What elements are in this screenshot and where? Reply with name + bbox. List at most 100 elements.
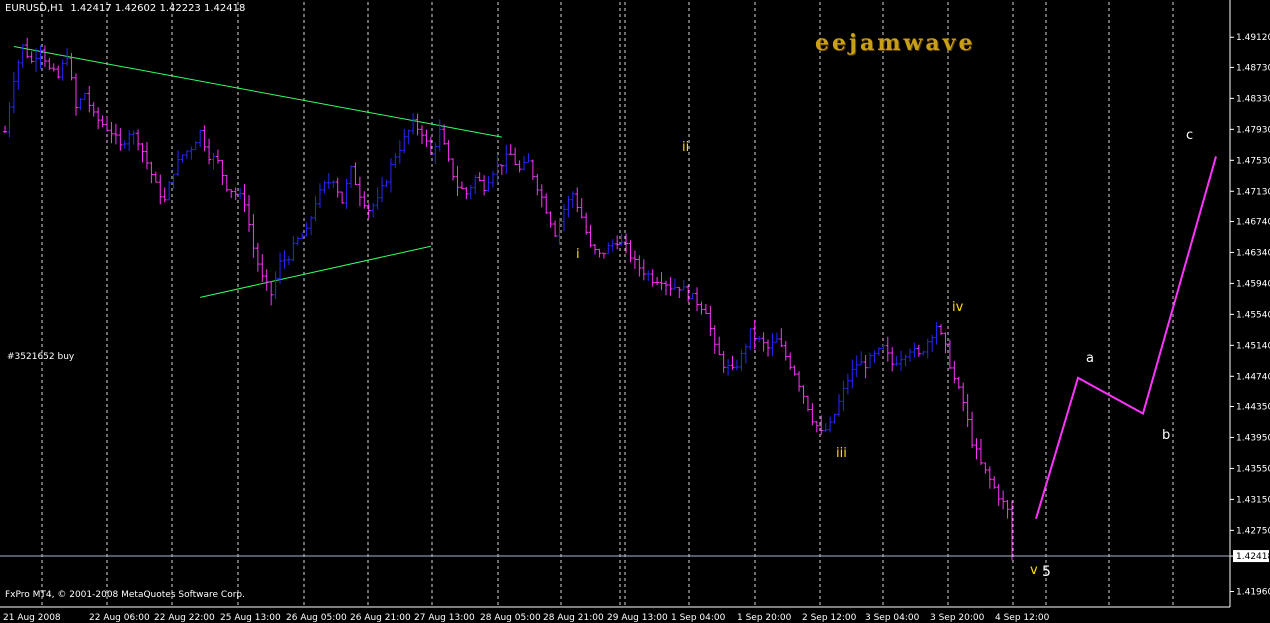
- price-bar: [313, 195, 318, 222]
- price-bar: [451, 158, 456, 181]
- price-bar: [198, 129, 203, 148]
- price-bar: [637, 255, 642, 277]
- price-bar: [442, 124, 447, 145]
- symbol-label: EURUSD,H1: [5, 3, 65, 14]
- price-bar: [349, 165, 354, 189]
- price-bar: [29, 51, 34, 64]
- price-bar: [393, 153, 398, 168]
- price-bar: [987, 466, 992, 489]
- price-bar: [366, 203, 371, 219]
- price-bar: [961, 382, 966, 412]
- price-bar: [597, 248, 602, 258]
- price-bar: [593, 244, 598, 255]
- x-tick-label: 22 Aug 06:00: [89, 613, 150, 623]
- price-bar: [863, 355, 868, 379]
- axes: 21 Aug 2008 22 Aug 06:00 22 Aug 22:00 25 Au…: [0, 0, 1270, 623]
- price-bar: [317, 183, 322, 209]
- price-bar: [34, 48, 39, 72]
- price-bar: [202, 125, 207, 152]
- price-bar: [526, 153, 531, 163]
- price-bar: [371, 202, 376, 218]
- price-bar: [246, 195, 251, 232]
- y-tick-label: 1.45140: [1236, 341, 1270, 351]
- price-bar: [588, 224, 593, 248]
- wave-label-ii: ii: [682, 140, 689, 155]
- price-bar: [60, 59, 65, 81]
- price-bar: [286, 255, 291, 265]
- price-bar: [149, 161, 154, 184]
- y-tick-label: 1.42750: [1236, 526, 1270, 536]
- x-tick-label: 4 Sep 12:00: [995, 613, 1050, 623]
- price-bar: [136, 129, 141, 151]
- price-bar: [153, 171, 158, 183]
- price-bar: [641, 259, 646, 281]
- price-bar: [615, 235, 620, 250]
- price-bar: [907, 348, 912, 362]
- x-tick-label: 27 Aug 13:00: [414, 613, 475, 623]
- price-bar: [761, 332, 766, 352]
- price-bar: [411, 113, 416, 135]
- price-bar: [797, 371, 802, 392]
- y-tick-label: 1.47930: [1236, 125, 1270, 135]
- price-bar: [548, 211, 553, 228]
- price-bar: [606, 242, 611, 255]
- price-bar: [224, 174, 229, 192]
- price-bar: [992, 476, 997, 489]
- price-bar: [952, 360, 957, 384]
- price-bar: [628, 240, 633, 263]
- price-bar: [868, 352, 873, 369]
- price-bar: [495, 154, 500, 184]
- price-bar: [876, 347, 881, 356]
- wave-label-b: b: [1162, 428, 1170, 443]
- x-tick-label: 28 Aug 05:00: [480, 613, 541, 623]
- ohlc-values: 1.42417 1.42602 1.42223 1.42418: [70, 3, 246, 14]
- y-tick-label: 1.48730: [1236, 63, 1270, 73]
- price-bar: [326, 173, 331, 189]
- price-bar: [823, 422, 828, 433]
- price-bar: [663, 280, 668, 296]
- price-bar: [690, 292, 695, 300]
- price-bar: [535, 173, 540, 196]
- price-bar: [446, 140, 451, 162]
- price-bar: [260, 254, 265, 282]
- price-bar: [836, 394, 841, 417]
- price-bar: [255, 242, 260, 272]
- y-tick-label: 1.44740: [1236, 372, 1270, 382]
- price-bar: [215, 149, 220, 164]
- price-bar: [792, 365, 797, 376]
- price-bar: [362, 191, 367, 209]
- price-bar: [273, 271, 278, 300]
- price-bar: [934, 322, 939, 345]
- price-bar: [708, 305, 713, 337]
- price-bar: [553, 220, 558, 238]
- x-tick-label: 3 Sep 04:00: [865, 613, 920, 623]
- price-bar: [930, 335, 935, 352]
- price-bar: [87, 86, 92, 113]
- x-tick-label: 22 Aug 22:00: [154, 613, 215, 623]
- price-chart[interactable]: iiiiiiivv 5abc 21 Aug 2008 22 Aug 06:00 22 …: [0, 0, 1270, 623]
- price-bar: [859, 351, 864, 366]
- price-bar: [380, 176, 385, 203]
- price-bar: [353, 162, 358, 186]
- wave-label-iv: iv: [952, 300, 964, 315]
- price-bar: [881, 344, 886, 350]
- price-bar: [73, 73, 78, 116]
- price-bar: [659, 271, 664, 291]
- price-bar: [570, 191, 575, 209]
- y-tick-label: 1.43150: [1236, 495, 1270, 505]
- price-bar: [415, 113, 420, 136]
- price-bar: [939, 324, 944, 335]
- price-bar: [220, 159, 225, 186]
- y-tick-label: 1.41960: [1236, 588, 1270, 598]
- price-bar: [282, 250, 287, 269]
- price-bar: [699, 301, 704, 315]
- price-bar: [721, 351, 726, 373]
- price-bar: [748, 328, 753, 351]
- price-bar: [845, 373, 850, 395]
- price-bar: [850, 359, 855, 389]
- price-bar: [309, 215, 314, 236]
- price-bar: [646, 270, 651, 281]
- x-tick-label: 2 Sep 12:00: [802, 613, 857, 623]
- price-bar: [51, 63, 56, 72]
- price-bar: [996, 483, 1001, 506]
